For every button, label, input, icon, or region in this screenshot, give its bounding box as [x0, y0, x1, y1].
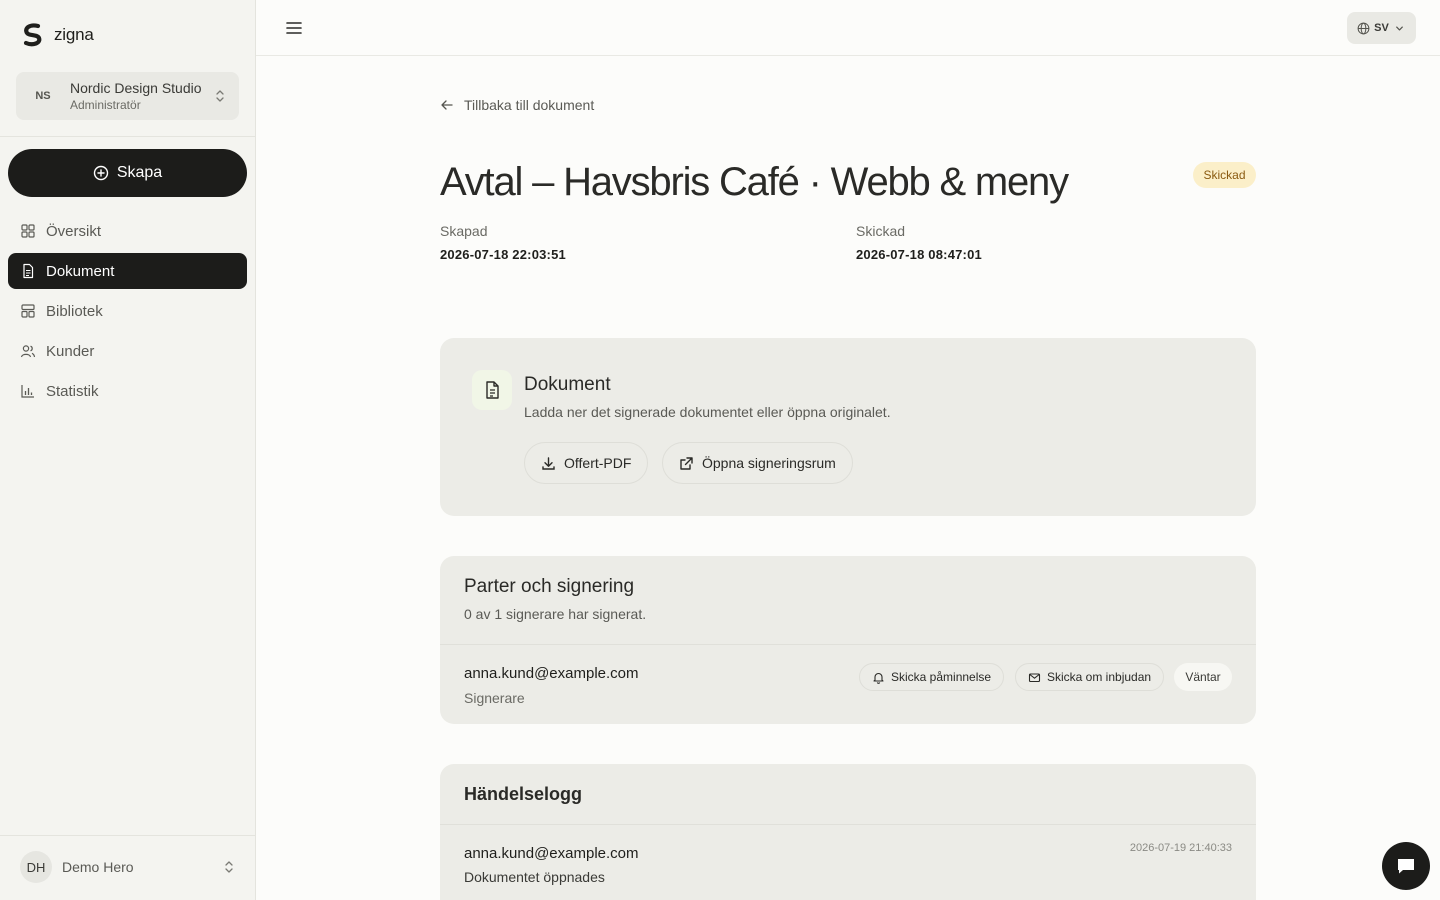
chevron-down-icon	[1395, 26, 1403, 30]
sent-value: 2026-07-18 08:47:01	[856, 247, 982, 262]
sidebar-divider	[0, 835, 255, 836]
download-pdf-label: Offert-PDF	[564, 455, 632, 471]
created-value: 2026-07-18 22:03:51	[440, 247, 566, 262]
brand[interactable]: zigna	[20, 22, 94, 48]
row-divider	[440, 824, 1256, 825]
org-name: Nordic Design Studio	[70, 79, 202, 96]
document-card-title: Dokument	[524, 374, 611, 395]
chat-button[interactable]	[1382, 842, 1430, 890]
download-icon	[542, 456, 555, 470]
document-card: Dokument Ladda ner det signerade dokumen…	[440, 338, 1256, 516]
open-signing-room-label: Öppna signeringsrum	[702, 455, 836, 471]
page-title: Avtal – Havsbris Café · Webb & meny	[440, 160, 1069, 204]
external-link-icon	[680, 456, 693, 470]
sent-meta: Skickad 2026-07-18 08:47:01	[856, 223, 982, 262]
open-signing-room-button[interactable]: Öppna signeringsrum	[662, 442, 853, 484]
mail-icon	[1028, 672, 1041, 682]
document-icon	[472, 370, 512, 410]
status-badge: Skickad	[1193, 162, 1256, 188]
created-meta: Skapad 2026-07-18 22:03:51	[440, 223, 566, 262]
language-label: SV	[1374, 22, 1389, 34]
resend-invite-button[interactable]: Skicka om inbjudan	[1015, 663, 1165, 691]
download-pdf-button[interactable]: Offert-PDF	[524, 442, 649, 484]
library-icon	[21, 304, 35, 318]
org-initials: NS	[35, 90, 51, 102]
sidebar: zigna NS Nordic Design Studio Administra…	[0, 0, 256, 900]
user-menu[interactable]: DH Demo Hero	[20, 851, 236, 883]
arrow-left-icon	[441, 100, 453, 110]
sidebar-item-label: Dokument	[46, 262, 115, 280]
sidebar-item-label: Statistik	[46, 382, 99, 400]
chat-bubble-icon	[1398, 859, 1414, 874]
language-selector[interactable]: SV	[1347, 12, 1416, 44]
chevron-up-down-icon	[225, 861, 233, 873]
zigna-logo-icon	[23, 23, 42, 47]
back-link-label: Tillbaka till dokument	[464, 97, 595, 113]
sidebar-item-statistik[interactable]: Statistik	[8, 373, 247, 409]
sent-label: Skickad	[856, 223, 906, 239]
signer-role: Signerare	[464, 690, 525, 706]
row-divider	[440, 644, 1256, 645]
document-icon	[23, 263, 34, 279]
create-button-label: Skapa	[116, 164, 163, 181]
sidebar-nav: Översikt Dokument Bibliotek Kunder Stati…	[8, 213, 247, 413]
bell-icon	[873, 672, 884, 684]
event-log-card: Händelselogg anna.kund@example.com Dokum…	[440, 764, 1256, 900]
sidebar-item-label: Bibliotek	[46, 302, 103, 320]
sidebar-divider	[0, 136, 255, 137]
document-card-description: Ladda ner det signerade dokumentet eller…	[524, 404, 891, 420]
bar-chart-icon	[21, 385, 34, 398]
signer-status-badge: Väntar	[1174, 663, 1232, 691]
signer-email: anna.kund@example.com	[464, 665, 639, 682]
hamburger-menu-icon[interactable]	[284, 18, 304, 38]
grid-icon	[21, 224, 35, 238]
avatar: DH	[20, 851, 52, 883]
brand-name: zigna	[54, 25, 94, 44]
globe-icon	[1357, 22, 1370, 34]
sidebar-item-label: Översikt	[46, 222, 102, 240]
create-button[interactable]: Skapa	[8, 149, 247, 197]
log-entry-event: Dokumentet öppnades	[464, 869, 605, 885]
log-entry-time: 2026-07-19 21:40:33	[1129, 842, 1232, 854]
send-reminder-label: Skicka påminnelse	[891, 670, 992, 684]
created-label: Skapad	[440, 223, 488, 239]
log-entry-email: anna.kund@example.com	[464, 845, 639, 862]
parties-card-title: Parter och signering	[464, 576, 635, 597]
back-link[interactable]: Tillbaka till dokument	[440, 97, 594, 113]
sidebar-item-label: Kunder	[46, 342, 95, 360]
chevron-up-down-icon	[216, 90, 224, 102]
user-name: Demo Hero	[62, 859, 134, 875]
resend-invite-label: Skicka om inbjudan	[1047, 670, 1152, 684]
sidebar-item-kunder[interactable]: Kunder	[8, 333, 247, 369]
event-log-title: Händelselogg	[464, 784, 583, 804]
sidebar-item-oversikt[interactable]: Översikt	[8, 213, 247, 249]
parties-card: Parter och signering 0 av 1 signerare ha…	[440, 556, 1256, 724]
topbar: SV	[256, 0, 1440, 56]
org-role: Administratör	[70, 97, 141, 112]
parties-card-subtitle: 0 av 1 signerare har signerat.	[464, 606, 647, 622]
sidebar-item-dokument[interactable]: Dokument	[8, 253, 247, 289]
org-switcher[interactable]: NS Nordic Design Studio Administratör	[16, 72, 239, 120]
plus-circle-icon	[93, 165, 109, 181]
send-reminder-button[interactable]: Skicka påminnelse	[859, 663, 1005, 691]
sidebar-item-bibliotek[interactable]: Bibliotek	[8, 293, 247, 329]
users-icon	[20, 345, 36, 358]
